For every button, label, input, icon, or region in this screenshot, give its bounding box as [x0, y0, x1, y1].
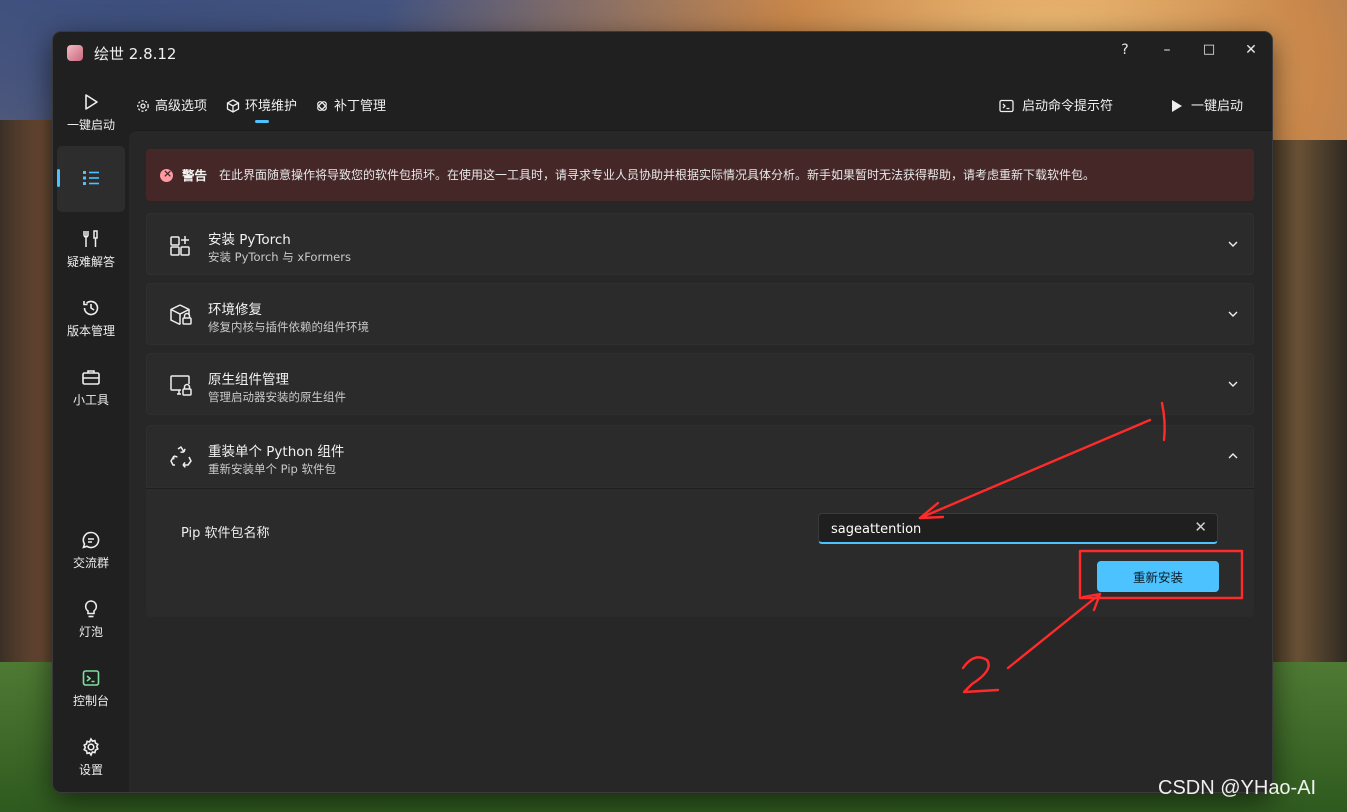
sidebar-item-label: 疑难解答: [66, 255, 115, 269]
apps-add-icon: [170, 236, 190, 256]
chevron-up-icon[interactable]: [1227, 450, 1239, 462]
chat-icon: [82, 531, 100, 549]
card-subtitle: 管理启动器安装的原生组件: [208, 390, 346, 404]
tab-label: 环境维护: [245, 99, 298, 114]
recycle-icon: [170, 446, 192, 468]
sidebar-item-versions[interactable]: 版本管理: [57, 298, 125, 339]
terminal-icon: [999, 99, 1014, 113]
tab-patches[interactable]: 补丁管理: [315, 95, 386, 114]
card-title: 安装 PyTorch: [208, 232, 291, 248]
card-subtitle: 重新安装单个 Pip 软件包: [208, 462, 336, 476]
close-button[interactable]: ✕: [1231, 36, 1271, 64]
sidebar-item-label: 小工具: [72, 393, 109, 407]
main-content: 警告 在此界面随意操作将导致您的软件包损坏。在使用这一工具时，请寻求专业人员协助…: [129, 130, 1272, 792]
card-subtitle: 安装 PyTorch 与 xFormers: [208, 250, 351, 264]
help-button[interactable]: ?: [1105, 36, 1145, 64]
sidebar: 一键启动 疑难解答 版本管理 小工具 交流群 灯泡 控制台 设置: [53, 74, 129, 792]
sidebar-item-label: 控制台: [72, 694, 109, 708]
gear-icon: [83, 737, 99, 757]
app-logo-icon: [67, 45, 83, 61]
card-native-components[interactable]: 原生组件管理 管理启动器安装的原生组件: [146, 353, 1254, 415]
history-icon: [83, 300, 99, 316]
app-window: 绘世 2.8.12 ? – □ ✕ 一键启动 疑难解答 版本管理 小工具 交流群…: [53, 32, 1272, 792]
pip-package-label: Pip 软件包名称: [181, 526, 270, 541]
window-title: 绘世 2.8.12: [94, 45, 177, 63]
monitor-lock-icon: [170, 375, 192, 396]
tab-environment[interactable]: 环境维护: [226, 95, 297, 114]
active-tab-indicator: [255, 120, 269, 123]
reinstall-panel: Pip 软件包名称 ✕ 重新安装: [146, 488, 1254, 617]
chevron-down-icon[interactable]: [1227, 238, 1239, 250]
lightbulb-icon: [84, 600, 98, 618]
warning-text: 在此界面随意操作将导致您的软件包损坏。在使用这一工具时，请寻求专业人员协助并根据…: [219, 168, 1096, 182]
sidebar-item-tools[interactable]: 小工具: [57, 367, 125, 408]
list-icon: [83, 171, 99, 185]
card-install-pytorch[interactable]: 安装 PyTorch 安装 PyTorch 与 xFormers: [146, 213, 1254, 275]
sidebar-item-advanced[interactable]: [57, 168, 125, 188]
cmd-button-label: 启动命令提示符: [1022, 99, 1114, 114]
clear-icon[interactable]: ✕: [1194, 518, 1207, 536]
play-icon: [1172, 100, 1182, 112]
reinstall-button[interactable]: 重新安装: [1097, 561, 1219, 592]
card-title: 原生组件管理: [208, 372, 289, 388]
minimize-button[interactable]: –: [1147, 36, 1187, 64]
toolbox-icon: [82, 370, 100, 385]
sidebar-item-label: 设置: [78, 763, 103, 777]
tools-icon: [83, 230, 98, 247]
sidebar-item-tips[interactable]: 灯泡: [57, 599, 125, 640]
card-reinstall-python-component[interactable]: 重装单个 Python 组件 重新安装单个 Pip 软件包: [146, 425, 1254, 488]
sidebar-item-label: 灯泡: [78, 625, 103, 639]
pip-package-input[interactable]: [829, 517, 1183, 541]
tab-label: 补丁管理: [334, 99, 387, 114]
tab-label: 高级选项: [155, 99, 208, 114]
launch-button-label: 一键启动: [1191, 99, 1244, 114]
card-subtitle: 修复内核与插件依赖的组件环境: [208, 320, 369, 334]
sidebar-item-console[interactable]: 控制台: [57, 668, 125, 709]
title-bar[interactable]: 绘世 2.8.12 ? – □ ✕: [53, 32, 1272, 74]
sidebar-item-settings[interactable]: 设置: [57, 737, 125, 778]
package-lock-icon: [170, 304, 192, 326]
warning-banner: 警告 在此界面随意操作将导致您的软件包损坏。在使用这一工具时，请寻求专业人员协助…: [146, 149, 1254, 201]
sidebar-item-community[interactable]: 交流群: [57, 530, 125, 571]
sidebar-item-label: 版本管理: [66, 324, 115, 338]
one-click-launch-button[interactable]: 一键启动: [1170, 95, 1243, 114]
tab-advanced-options[interactable]: 高级选项: [136, 95, 207, 114]
patch-icon: [317, 101, 327, 111]
error-icon: [160, 167, 173, 182]
open-command-prompt-button[interactable]: 启动命令提示符: [999, 95, 1113, 114]
card-title: 环境修复: [208, 302, 262, 318]
card-title: 重装单个 Python 组件: [208, 444, 345, 460]
warning-title: 警告: [182, 168, 208, 183]
maximize-button[interactable]: □: [1189, 36, 1229, 64]
sidebar-item-label: 一键启动: [66, 118, 115, 132]
chevron-down-icon[interactable]: [1227, 308, 1239, 320]
settings-icon: [137, 100, 149, 112]
sidebar-item-launch[interactable]: 一键启动: [57, 92, 125, 133]
pip-package-field[interactable]: ✕: [818, 513, 1218, 544]
watermark: CSDN @YHao-AI: [1158, 777, 1317, 799]
chevron-down-icon[interactable]: [1227, 378, 1239, 390]
play-icon: [85, 94, 98, 110]
sidebar-item-troubleshoot[interactable]: 疑难解答: [57, 229, 125, 270]
sidebar-item-label: 交流群: [72, 556, 109, 570]
cube-icon: [226, 99, 240, 113]
card-environment-repair[interactable]: 环境修复 修复内核与插件依赖的组件环境: [146, 283, 1254, 345]
console-icon: [82, 670, 100, 686]
